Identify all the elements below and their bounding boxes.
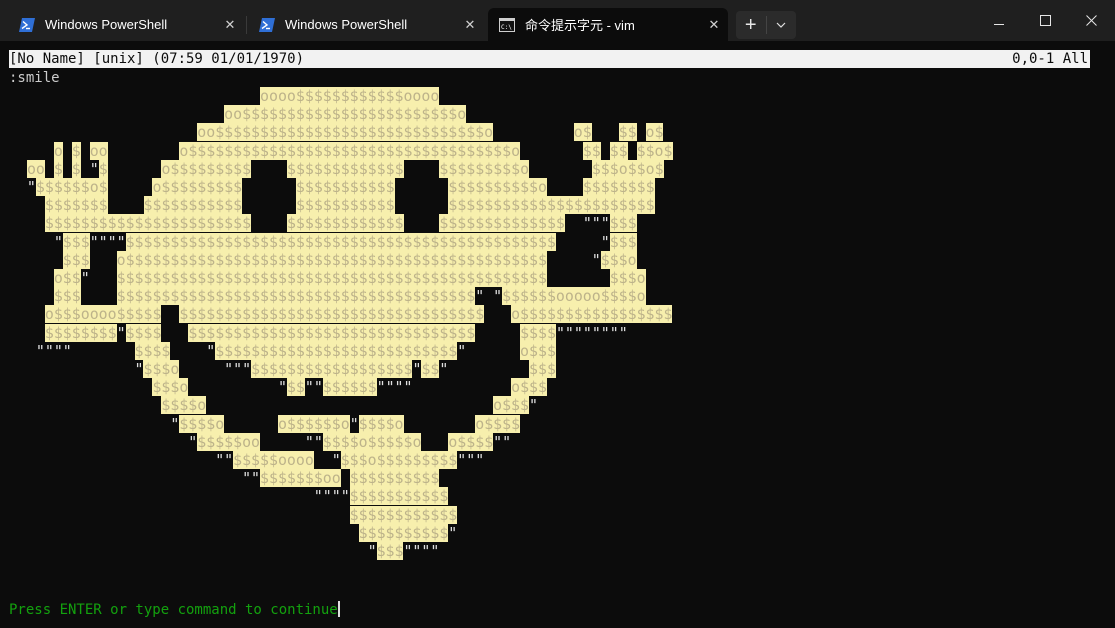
art-line: o $ oo o$$$$$$$$$$$$$$$$$$$$$$$$$$$$$$$$…	[53, 141, 673, 160]
tab-label: 命令提示字元 - vim	[525, 18, 635, 33]
minimize-button[interactable]	[976, 0, 1022, 41]
powershell-icon	[258, 16, 275, 33]
tab-powershell-1[interactable]: Windows PowerShell ✕	[8, 8, 244, 41]
art-line: """" $$$$ "$$$$$$$$$$$$$$$$$$$$$$$$$$$" …	[9, 341, 556, 360]
art-line: o$$$oooo$$$$$ $$$$$$$$$$$$$$$$$$$$$$$$$$…	[44, 305, 673, 324]
powershell-icon	[18, 16, 35, 33]
art-line: "$$$$$$o$ o$$$$$$$$$ $$$$$$$$$$$ $$$$$$$…	[9, 178, 655, 197]
svg-text:C:\: C:\	[501, 24, 512, 31]
art-line: $$$$$$$$$$"	[358, 523, 458, 542]
tab-powershell-2[interactable]: Windows PowerShell ✕	[248, 8, 484, 41]
new-tab-button[interactable]: +	[736, 11, 766, 39]
art-line: $$$$$$$ $$$$$$$$$$$ $$$$$$$$$$$ $$$$$$$$…	[44, 196, 655, 215]
art-line: "$$$""""$$$$$$$$$$$$$$$$$$$$$$$$$$$$$$$$…	[9, 232, 637, 251]
art-line: oo$$$$$$$$$$$$$$$$$$$$$$$$o	[224, 105, 467, 124]
minimize-icon	[993, 11, 1005, 30]
tab-cmd-vim[interactable]: C:\ 命令提示字元 - vim ✕	[488, 8, 728, 41]
new-tab-group: +	[736, 11, 796, 39]
tab-label: Windows PowerShell	[285, 17, 408, 32]
art-line: o$$" $$$$$$$$$$$$$$$$$$$$$$$$$$$$$$$$$$$…	[53, 269, 646, 288]
art-line: $$$$$$$$$$$$$$$$$$$$$$$ $$$$$$$$$$$$$ $$…	[44, 214, 637, 233]
art-line: $$$$$$$$"$$$$ $$$$$$$$$$$$$$$$$$$$$$$$$$…	[44, 323, 628, 342]
art-line: $$$o "$$""$$$$$$"""" o$$$	[152, 378, 547, 397]
art-line: oo$$$$$$$$$$$$$$$$$$$$$$$$$$$$$$o o$ $$ …	[197, 123, 664, 142]
art-line: $$$$$$$$$$$$	[349, 505, 458, 524]
art-line: $$$$o o$$$"	[161, 396, 538, 415]
art-line: oooo$$$$$$$$$$$$oooo	[260, 87, 440, 105]
art-line: ""$$$$$$$oo $$$$$$$$$$	[9, 469, 440, 488]
chevron-down-icon[interactable]	[767, 11, 797, 39]
vim-command-line: :smile	[9, 70, 60, 86]
continue-prompt: Press ENTER or type command to continue	[9, 601, 340, 619]
art-line: "$$$o """$$$$$$$$$$$$$$$$$$"$$" $$$	[9, 360, 556, 379]
status-cursor-position: 0,0-1 All	[1012, 51, 1088, 67]
close-icon	[1085, 11, 1097, 30]
vim-status-line: [No Name] [unix] (07:59 01/01/1970) 0,0-…	[9, 50, 1090, 68]
art-line: $$$ o$$$$$$$$$$$$$$$$$$$$$$$$$$$$$$$$$$$…	[62, 250, 637, 269]
text-cursor	[337, 601, 340, 617]
art-line: $$$ $$$$$$$$$$$$$$$$$$$$$$$$$$$$$$$$$$$$…	[53, 287, 646, 306]
maximize-button[interactable]	[1022, 0, 1068, 41]
cmd-icon: C:\	[498, 16, 515, 33]
prompt-text: Press ENTER or type command to continue	[9, 602, 338, 618]
tab-divider	[246, 16, 247, 34]
close-tab-icon[interactable]: ✕	[456, 11, 484, 39]
tab-label: Windows PowerShell	[45, 17, 168, 32]
close-tab-icon[interactable]: ✕	[216, 11, 244, 39]
smile-ascii-art: oooo$$$$$$$$$$$$oooo oo$$$$$$$$$$$$$$$$$…	[9, 87, 673, 561]
art-line: "$$$$o o$$$$$$o"$$$$o o$$$$	[9, 414, 521, 433]
art-line: "$$$$$oo ""$$$$o$$$$$o o$$$$""	[9, 432, 512, 451]
art-line: "$$$""""	[9, 542, 440, 561]
maximize-icon	[1039, 11, 1051, 30]
status-file-info: [No Name] [unix] (07:59 01/01/1970)	[9, 51, 305, 67]
close-tab-icon[interactable]: ✕	[700, 11, 728, 39]
art-line: ""$$$$$oooo "$$$o$$$$$$$$$"""	[9, 451, 485, 470]
title-bar: Windows PowerShell ✕ Windows PowerShell …	[0, 0, 1115, 41]
art-line: oo $ $ "$ o$$$$$$$$$ $$$$$$$$$$$$$ $$$$$…	[26, 159, 664, 178]
art-line: """"$$$$$$$$$$$	[9, 487, 449, 506]
close-window-button[interactable]	[1068, 0, 1114, 41]
